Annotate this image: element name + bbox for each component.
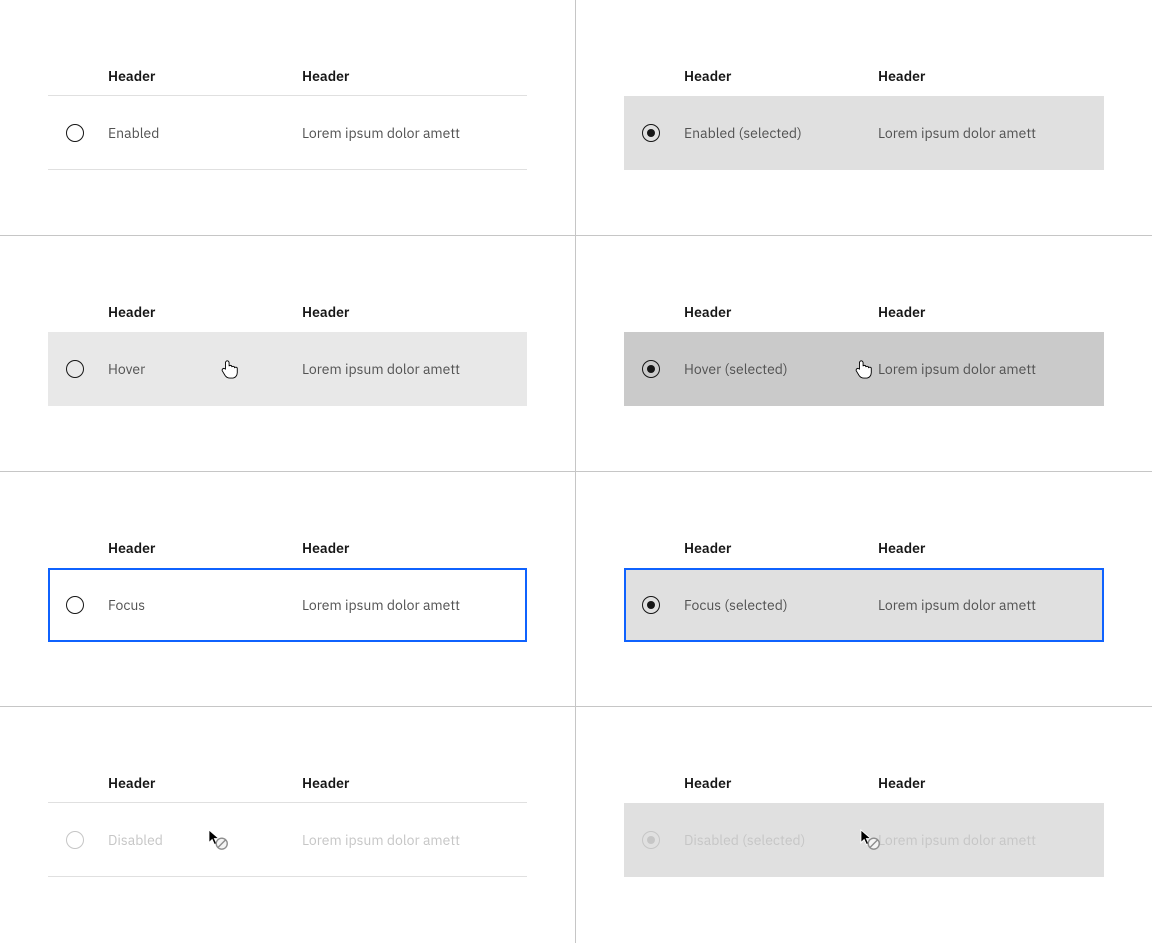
table-header-row: Header Header	[48, 763, 527, 803]
state-cell-focus: Header Header Focus Lorem ipsum dolor am…	[0, 472, 576, 708]
table-row[interactable]: Enabled Lorem ipsum dolor amett	[48, 96, 527, 170]
row-label: Hover (selected)	[684, 360, 878, 378]
column-header-1: Header	[684, 67, 878, 85]
row-description: Lorem ipsum dolor amett	[878, 596, 1104, 614]
radio-button[interactable]	[66, 360, 84, 378]
radio-button-disabled	[66, 831, 84, 849]
state-cell-focus-selected: Header Header Focus (selected) Lorem ips…	[576, 472, 1152, 708]
radio-button[interactable]	[66, 124, 84, 142]
column-header-2: Header	[302, 303, 527, 321]
column-header-2: Header	[302, 774, 527, 792]
radio-button-disabled-selected	[642, 831, 660, 849]
state-cell-enabled-selected: Header Header Enabled (selected) Lorem i…	[576, 0, 1152, 236]
table-header-row: Header Header	[624, 528, 1104, 568]
radio-button-selected[interactable]	[642, 596, 660, 614]
row-label: Focus	[108, 596, 302, 614]
column-header-2: Header	[302, 539, 527, 557]
state-cell-disabled: Header Header Disabled Lorem ipsum dolor…	[0, 707, 576, 943]
column-header-2: Header	[878, 539, 1104, 557]
column-header-1: Header	[684, 539, 878, 557]
row-label: Enabled (selected)	[684, 124, 878, 142]
table-row[interactable]: Focus (selected) Lorem ipsum dolor amett	[624, 568, 1104, 642]
state-cell-disabled-selected: Header Header Disabled (selected) Lorem …	[576, 707, 1152, 943]
radio-button-selected[interactable]	[642, 360, 660, 378]
table-header-row: Header Header	[624, 56, 1104, 96]
row-description: Lorem ipsum dolor amett	[302, 124, 527, 142]
radio-button-selected[interactable]	[642, 124, 660, 142]
row-label: Disabled (selected)	[684, 831, 878, 849]
hand-cursor-icon	[220, 357, 240, 381]
row-label: Enabled	[108, 124, 302, 142]
state-cell-hover-selected: Header Header Hover (selected) Lorem ips…	[576, 236, 1152, 472]
hand-cursor-icon	[854, 357, 874, 381]
row-label: Hover	[108, 360, 302, 378]
not-allowed-cursor-icon	[208, 829, 230, 851]
column-header-1: Header	[108, 67, 302, 85]
row-description: Lorem ipsum dolor amett	[302, 360, 527, 378]
column-header-1: Header	[108, 774, 302, 792]
row-label: Disabled	[108, 831, 302, 849]
column-header-2: Header	[878, 67, 1104, 85]
column-header-2: Header	[302, 67, 527, 85]
row-description: Lorem ipsum dolor amett	[878, 831, 1104, 849]
state-cell-enabled: Header Header Enabled Lorem ipsum dolor …	[0, 0, 576, 236]
table-row[interactable]: Hover (selected) Lorem ipsum dolor amett	[624, 332, 1104, 406]
table-header-row: Header Header	[48, 292, 527, 332]
table-header-row: Header Header	[48, 56, 527, 96]
radio-button[interactable]	[66, 596, 84, 614]
row-description: Lorem ipsum dolor amett	[302, 831, 527, 849]
column-header-1: Header	[108, 539, 302, 557]
row-description: Lorem ipsum dolor amett	[878, 360, 1104, 378]
column-header-1: Header	[108, 303, 302, 321]
state-cell-hover: Header Header Hover Lorem ipsum dolor am…	[0, 236, 576, 472]
column-header-1: Header	[684, 303, 878, 321]
table-header-row: Header Header	[624, 763, 1104, 803]
table-row: Disabled (selected) Lorem ipsum dolor am…	[624, 803, 1104, 877]
column-header-1: Header	[684, 774, 878, 792]
table-row[interactable]: Focus Lorem ipsum dolor amett	[48, 568, 527, 642]
table-row: Disabled Lorem ipsum dolor amett	[48, 803, 527, 877]
table-row[interactable]: Enabled (selected) Lorem ipsum dolor ame…	[624, 96, 1104, 170]
row-label: Focus (selected)	[684, 596, 878, 614]
table-header-row: Header Header	[624, 292, 1104, 332]
column-header-2: Header	[878, 774, 1104, 792]
states-grid: Header Header Enabled Lorem ipsum dolor …	[0, 0, 1152, 943]
row-description: Lorem ipsum dolor amett	[878, 124, 1104, 142]
table-row[interactable]: Hover Lorem ipsum dolor amett	[48, 332, 527, 406]
column-header-2: Header	[878, 303, 1104, 321]
table-header-row: Header Header	[48, 528, 527, 568]
row-description: Lorem ipsum dolor amett	[302, 596, 527, 614]
